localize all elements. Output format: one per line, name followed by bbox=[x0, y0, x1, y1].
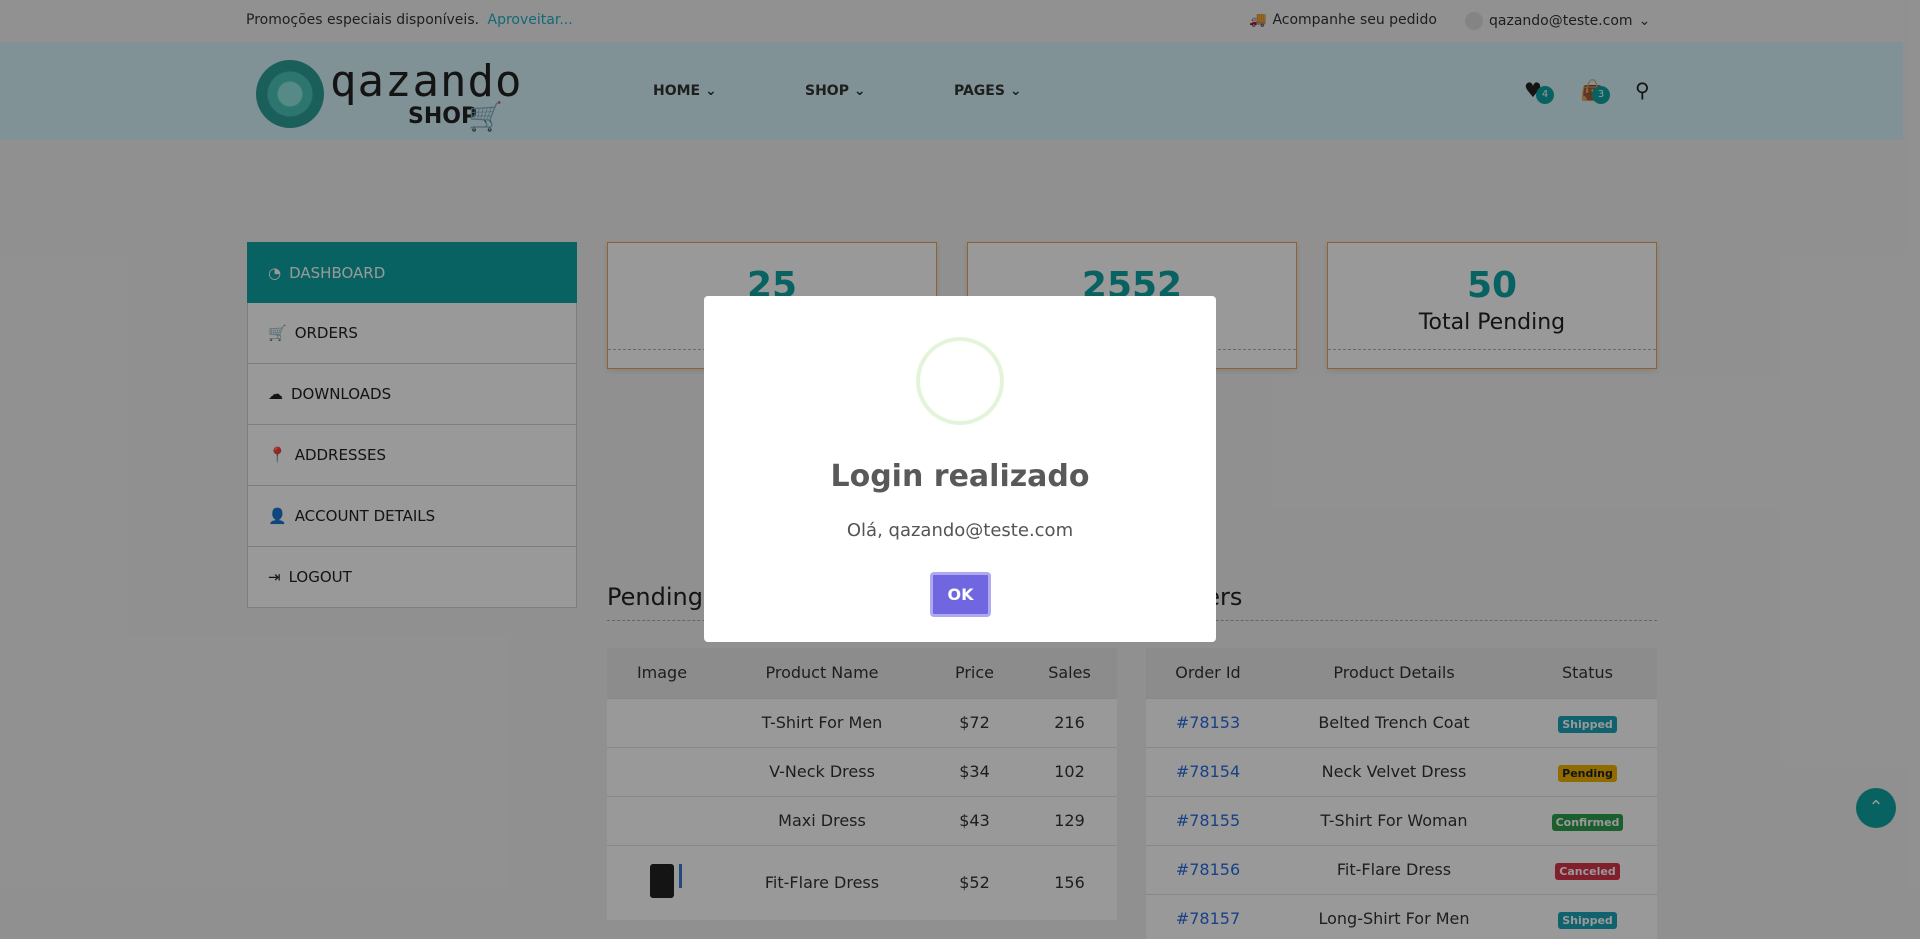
dialog-title: Login realizado bbox=[830, 459, 1090, 494]
success-ring-icon bbox=[916, 337, 1004, 425]
login-success-dialog: Login realizado Olá, qazando@teste.com O… bbox=[704, 296, 1216, 642]
dialog-message: Olá, qazando@teste.com bbox=[846, 520, 1074, 541]
ok-button[interactable]: OK bbox=[930, 572, 991, 617]
